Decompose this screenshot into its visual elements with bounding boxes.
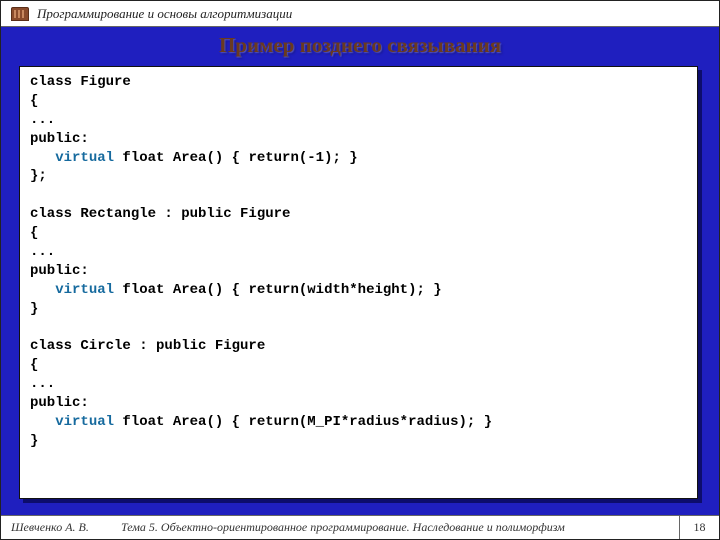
footer-bar: Шевченко А. В. Тема 5. Объектно-ориентир…: [1, 515, 719, 539]
keyword-virtual-1: virtual: [55, 150, 114, 166]
footer-topic: Тема 5. Объектно-ориентированное програм…: [121, 520, 679, 535]
code-block: class Figure { ... public: virtual float…: [19, 66, 698, 499]
code-text-3: float Area() { return(width*height); } }…: [30, 282, 442, 430]
keyword-virtual-2: virtual: [55, 282, 114, 298]
slide-body: Пример позднего связывания class Figure …: [1, 27, 719, 515]
slide-title: Пример позднего связывания: [1, 33, 719, 66]
code-text-2: float Area() { return(-1); } }; class Re…: [30, 150, 358, 298]
footer-author: Шевченко А. В.: [1, 520, 121, 535]
page-number: 18: [679, 516, 719, 539]
top-bar: Программирование и основы алгоритмизации: [1, 1, 719, 27]
code-container: class Figure { ... public: virtual float…: [19, 66, 701, 515]
slide-page: Программирование и основы алгоритмизации…: [0, 0, 720, 540]
course-title: Программирование и основы алгоритмизации: [37, 6, 292, 22]
keyword-virtual-3: virtual: [55, 414, 114, 430]
logo-icon: [11, 7, 29, 21]
title-area: Пример позднего связывания: [1, 27, 719, 66]
